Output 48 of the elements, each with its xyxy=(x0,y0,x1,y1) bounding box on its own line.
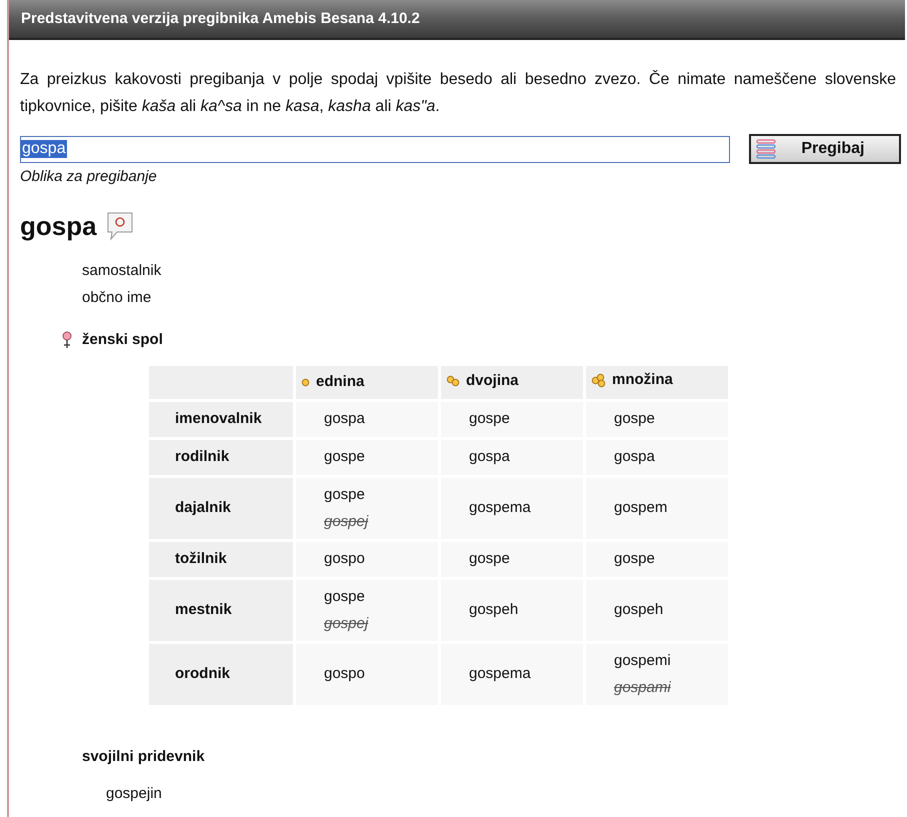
case-cell: dajalnik xyxy=(149,478,293,539)
case-cell: mestnik xyxy=(149,580,293,641)
word-form: gospemi xyxy=(614,651,672,671)
word-form: gospe xyxy=(324,485,366,505)
column-header: dvojina xyxy=(441,366,583,399)
word-form: gospe xyxy=(469,549,511,570)
word-form: gospej xyxy=(324,614,370,634)
window-title: Predstavitvena verzija pregibnika Amebis Besana 4.10.2 xyxy=(21,8,420,29)
word-form: gospa xyxy=(614,447,656,468)
word-form: gospem xyxy=(614,498,668,518)
word-form: gospema xyxy=(469,498,532,518)
word-form: gospema xyxy=(469,664,532,684)
word-property: samostalnik xyxy=(82,260,162,280)
case-cell: orodnik xyxy=(149,644,293,705)
intro-text: Za preizkus kakovosti pregibanja v polje spodaj vpišite besedo ali besedno zvezo. Če nimate nameščene slovenske tipkovnice, pišite kaša ali ka^sa in ne kasa, kasha ali kas"a. xyxy=(20,69,896,117)
headword: gospa xyxy=(20,210,97,242)
word-form: gospeh xyxy=(614,600,664,620)
case-cell: imenovalnik xyxy=(149,402,293,437)
field-hint: Oblika za pregibanje xyxy=(20,167,158,187)
inflect-button[interactable]: Pregibaj xyxy=(749,134,901,164)
case-cell: rodilnik xyxy=(149,440,293,475)
word-form: gospe xyxy=(614,409,656,430)
field-value: gospa xyxy=(21,140,67,158)
word-form: gospe xyxy=(324,447,366,468)
word-form: gospo xyxy=(324,549,366,570)
female-icon xyxy=(60,330,74,349)
derived-word: gospejin xyxy=(106,784,163,804)
word-property: občno ime xyxy=(82,288,152,308)
speech-bubble-icon xyxy=(104,211,135,241)
section-title: svojilni pridevnik xyxy=(82,747,206,767)
column-header: ednina xyxy=(296,366,438,399)
word-form: gospe xyxy=(469,409,511,430)
word-form: gospa xyxy=(469,447,511,468)
word-form: gospeh xyxy=(469,600,520,620)
number-icon xyxy=(446,375,460,388)
column-header: množina xyxy=(586,366,728,399)
lines-icon xyxy=(755,139,778,159)
word-form: gospe xyxy=(324,587,366,607)
word-form: gospe xyxy=(614,549,656,570)
word-form: gospej xyxy=(324,512,370,532)
word-form: gospo xyxy=(324,664,366,684)
case-cell: tožilnik xyxy=(149,542,293,577)
gender-label: ženski spol xyxy=(82,330,163,350)
input-field[interactable]: gospa xyxy=(20,136,730,162)
word-form: gospami xyxy=(614,678,672,698)
number-icon xyxy=(591,373,606,388)
word-form: gospa xyxy=(324,409,366,430)
number-icon xyxy=(301,378,310,387)
